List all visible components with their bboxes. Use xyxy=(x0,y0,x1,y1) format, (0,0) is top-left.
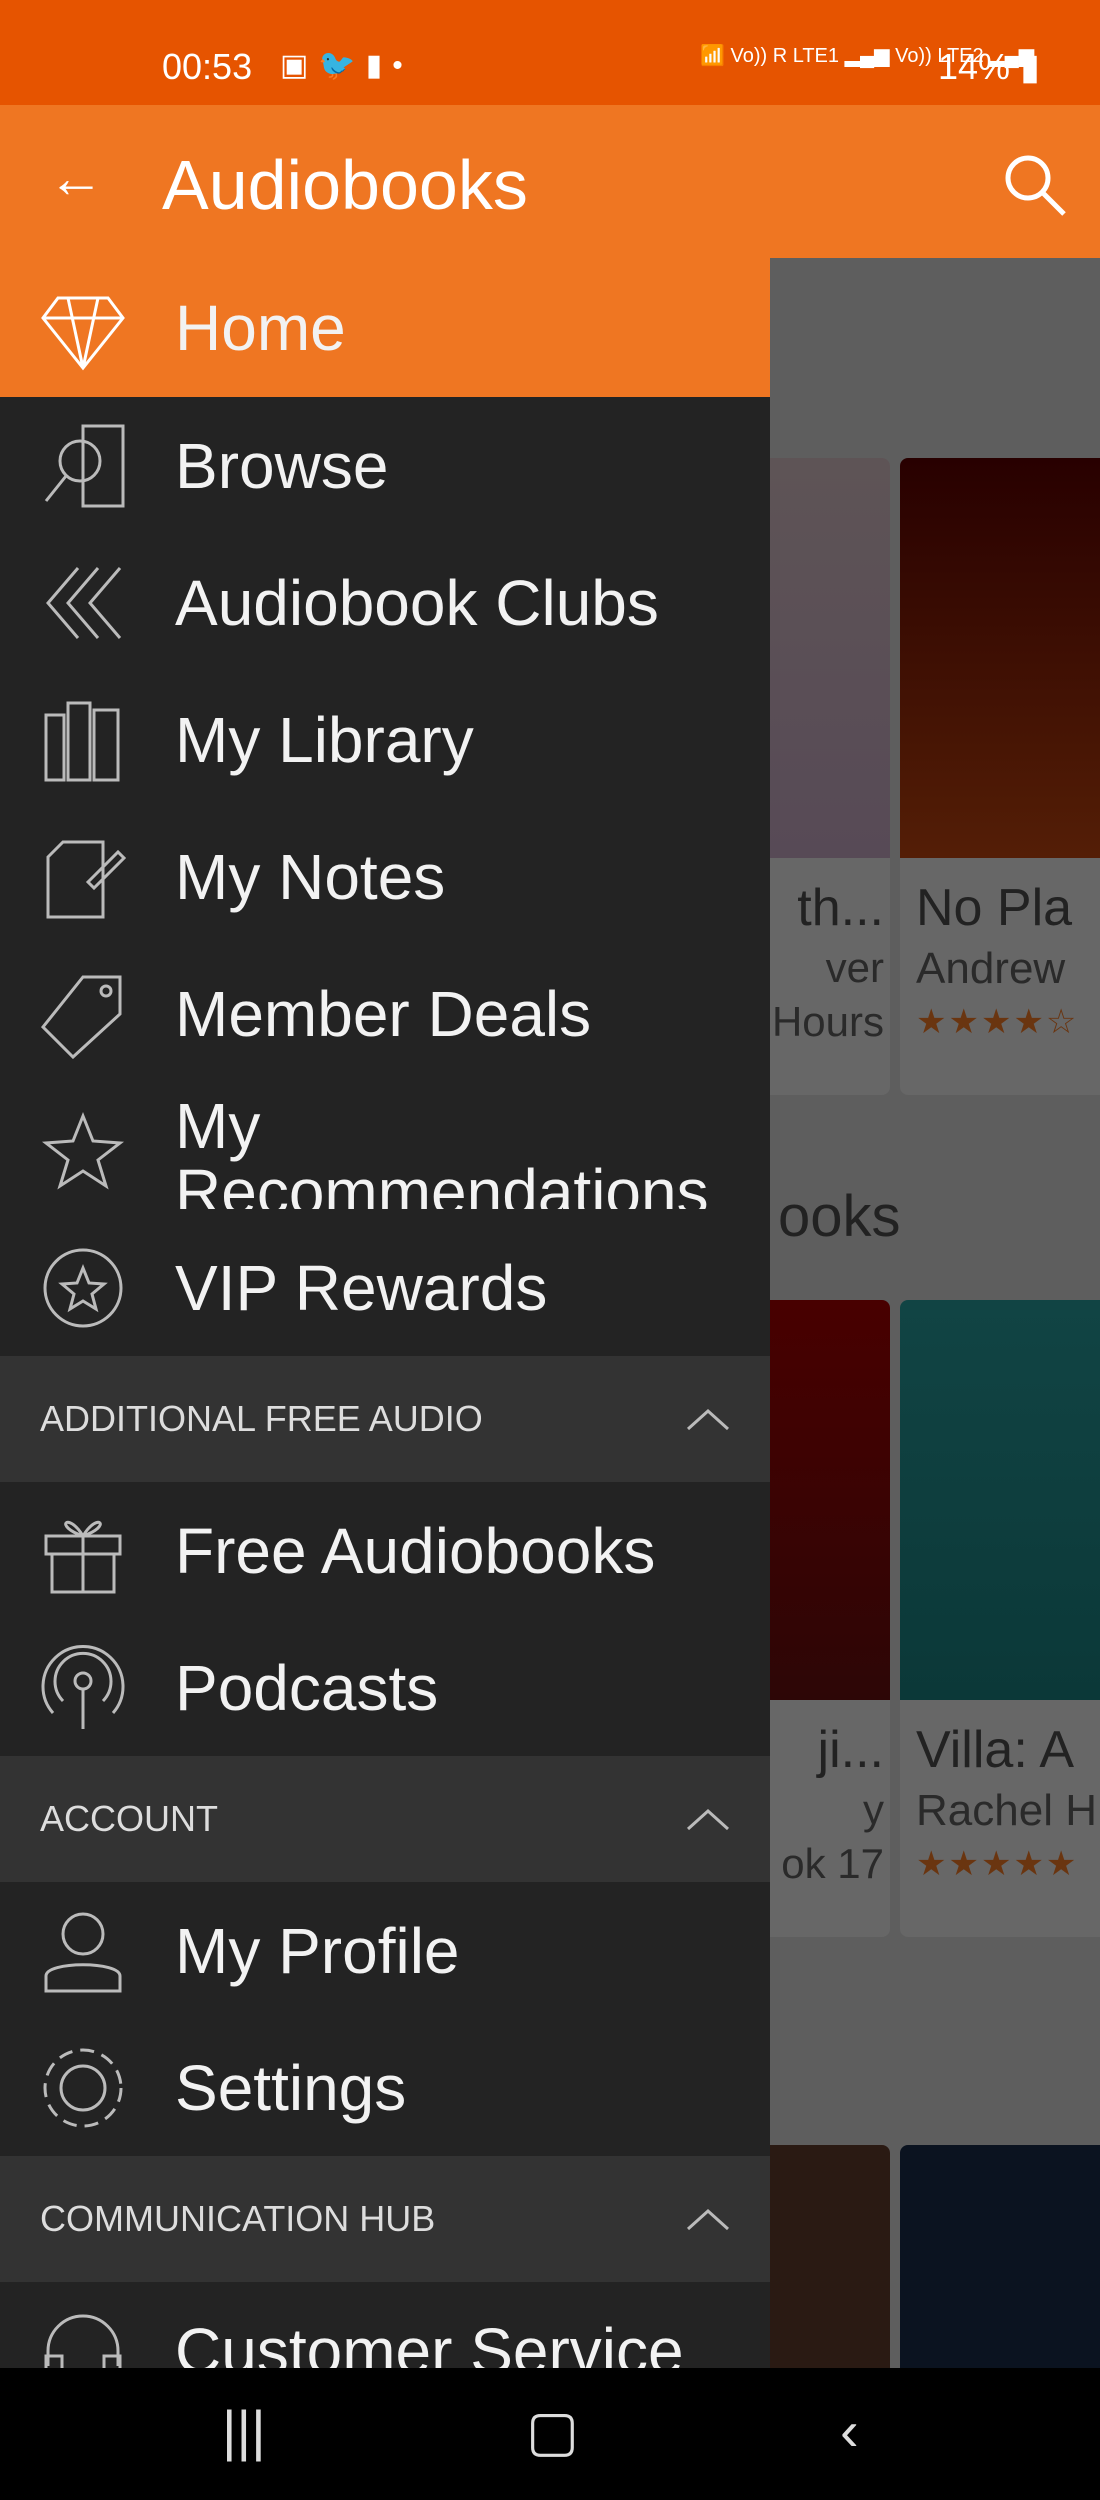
books-icon xyxy=(0,695,175,785)
drawer-item-my-library[interactable]: My Library xyxy=(0,671,770,808)
sale-tag-icon xyxy=(0,969,175,1059)
chevron-up-icon[interactable] xyxy=(686,1807,730,1831)
chevrons-left-icon xyxy=(0,558,175,648)
podcast-icon xyxy=(0,1643,175,1733)
diamond-icon xyxy=(0,283,175,373)
book-card[interactable] xyxy=(900,2145,1100,2368)
gear-icon xyxy=(0,2043,175,2133)
recent-apps-icon[interactable]: ||| xyxy=(222,2398,266,2463)
drawer-item-home[interactable]: Home xyxy=(0,258,770,397)
arrow-left-icon[interactable]: ← xyxy=(48,145,104,210)
note-pencil-icon xyxy=(0,832,175,922)
book-cover xyxy=(770,458,890,858)
drawer-item-my-notes[interactable]: My Notes xyxy=(0,808,770,945)
headset-icon xyxy=(0,2306,175,2368)
home-icon[interactable]: ▢ xyxy=(526,2398,579,2464)
gift-icon xyxy=(0,1506,175,1596)
rating-stars: ★★★★★ xyxy=(916,1845,1079,1883)
user-icon xyxy=(0,1906,175,1996)
section-header-account[interactable]: ACCOUNT xyxy=(0,1756,770,1882)
book-card[interactable]: ji... y ok 17 xyxy=(770,1300,890,1937)
clock: 00:53 xyxy=(162,46,253,87)
star-hand-icon xyxy=(0,1106,175,1196)
drawer-item-podcasts[interactable]: Podcasts xyxy=(0,1619,770,1756)
browse-search-icon xyxy=(0,421,175,511)
app-bar: ← Audiobooks xyxy=(0,105,1100,258)
drawer-item-settings[interactable]: Settings xyxy=(0,2019,770,2156)
drawer-item-browse[interactable]: Browse xyxy=(0,397,770,534)
system-nav-bar: ||| ▢ ‹ xyxy=(0,2368,1100,2500)
drawer-item-customer-service[interactable]: Customer Service xyxy=(0,2282,770,2368)
section-header-communication-hub[interactable]: COMMUNICATION HUB xyxy=(0,2156,770,2282)
battery-level: 14% ▮ xyxy=(938,46,1040,87)
drawer-item-my-profile[interactable]: My Profile xyxy=(0,1882,770,2019)
status-bar: 00:53 ▣🐦▮• 📶 Vo)) R LTE1 ▂▄▆ Vo)) LTE2 ▂… xyxy=(0,0,1100,105)
book-cover xyxy=(770,1300,890,1700)
book-card[interactable]: th... ver Hours xyxy=(770,458,890,1095)
chevron-up-icon[interactable] xyxy=(686,2207,730,2231)
drawer-item-vip-rewards[interactable]: VIP Rewards xyxy=(0,1219,770,1356)
navigation-drawer: Home Browse Audiobook Clubs My Library M… xyxy=(0,258,770,2368)
section-header-additional-free-audio[interactable]: ADDITIONAL FREE AUDIO xyxy=(0,1356,770,1482)
book-card[interactable] xyxy=(770,2145,890,2368)
book-cover xyxy=(900,1300,1100,1700)
drawer-item-audiobook-clubs[interactable]: Audiobook Clubs xyxy=(0,534,770,671)
star-badge-icon xyxy=(0,1243,175,1333)
back-icon[interactable]: ‹ xyxy=(840,2398,859,2463)
book-cover xyxy=(900,458,1100,858)
notification-icons: ▣🐦▮• xyxy=(280,49,413,82)
page-title: Audiobooks xyxy=(162,146,528,224)
rating-stars: ★★★★☆ xyxy=(916,1003,1079,1041)
search-icon[interactable] xyxy=(1000,150,1070,225)
book-card[interactable]: No Pla Andrew ★★★★☆ xyxy=(900,458,1100,1095)
drawer-item-my-recommendations[interactable]: My Recommendations xyxy=(0,1082,770,1219)
drawer-item-member-deals[interactable]: Member Deals xyxy=(0,945,770,1082)
drawer-item-free-audiobooks[interactable]: Free Audiobooks xyxy=(0,1482,770,1619)
book-card[interactable]: Villa: A Rachel H ★★★★★ xyxy=(900,1300,1100,1937)
chevron-up-icon[interactable] xyxy=(686,1407,730,1431)
